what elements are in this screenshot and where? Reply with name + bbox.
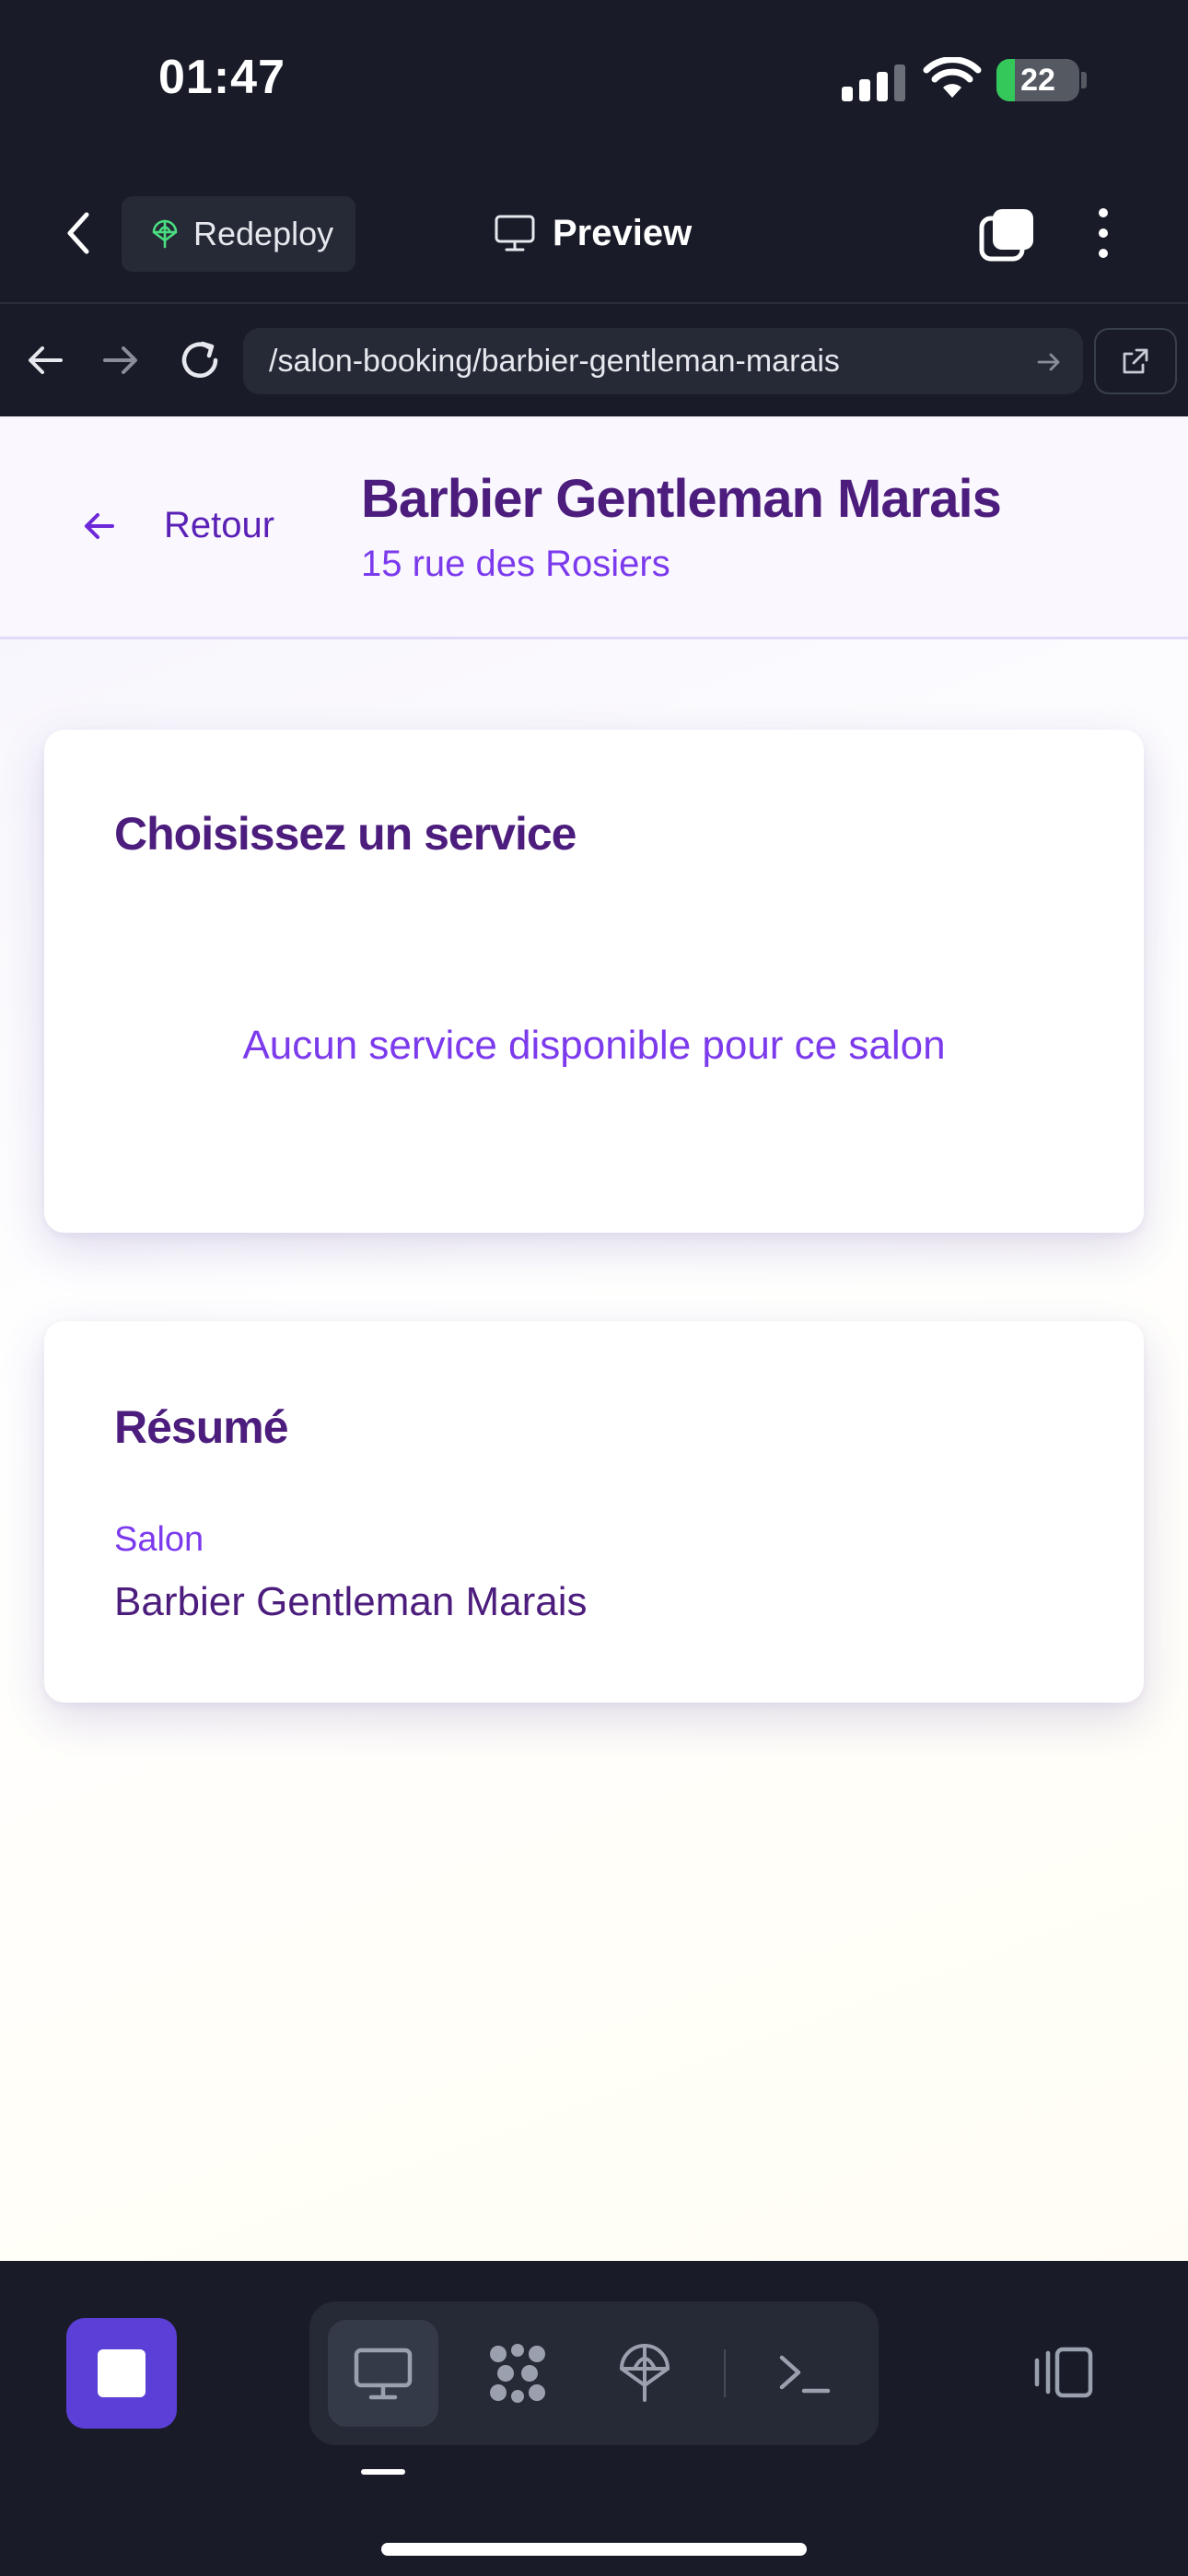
battery-percentage: 22 [1020,63,1055,98]
summary-card: Résumé Salon Barbier Gentleman Marais [44,1321,1144,1703]
sparkles-icon [490,2344,545,2403]
redeploy-label: Redeploy [193,215,334,252]
open-external-button[interactable] [1094,328,1177,394]
more-vertical-icon[interactable] [1092,205,1114,261]
battery-icon: 22 [996,59,1079,101]
bottom-dock [0,2261,1188,2576]
deploy-globe-icon [152,219,178,249]
summary-salon-value: Barbier Gentleman Marais [114,1579,588,1624]
terminal-icon [779,2355,831,2394]
preview-title: Preview [494,205,692,261]
layout-toggle-icon[interactable] [1028,2340,1101,2405]
battery-cap [1081,72,1087,88]
monitor-icon [495,215,535,252]
status-bar: 01:47 22 [0,0,1188,161]
services-card-title: Choisissez un service [114,808,577,860]
tool-terminal[interactable] [750,2320,860,2427]
salon-address: 15 rue des Rosiers [361,544,670,584]
summary-salon-label: Salon [114,1520,204,1559]
globe-icon [620,2344,670,2402]
arrow-left-icon[interactable] [22,337,68,383]
preview-label: Preview [553,212,693,253]
chevron-left-icon[interactable] [55,205,101,261]
tool-ai[interactable] [462,2320,573,2427]
services-card: Choisissez un service Aucun service disp… [44,730,1144,1233]
url-bar: /salon-booking/barbier-gentleman-marais [0,306,1188,416]
tool-preview[interactable] [328,2320,438,2427]
page-header: Retour Barbier Gentleman Marais 15 rue d… [0,416,1188,639]
tabs-icon[interactable] [978,205,1037,263]
arrow-right-icon[interactable] [98,337,144,383]
back-link[interactable]: Retour [81,505,274,546]
active-tool-indicator [361,2469,405,2475]
page-title: Barbier Gentleman Marais [361,469,1002,529]
monitor-icon [354,2348,413,2400]
arrow-left-icon [85,512,114,539]
home-indicator [381,2543,807,2556]
tool-separator [724,2349,726,2397]
external-link-icon [1123,348,1148,374]
go-arrow-icon[interactable] [1035,348,1063,376]
status-time: 01:47 [158,51,285,104]
summary-card-title: Résumé [114,1401,289,1453]
reload-icon[interactable] [175,335,225,385]
back-link-label: Retour [164,505,275,545]
empty-services-message: Aucun service disponible pour ce salon [242,1023,946,1068]
app-toolbar: Redeploy Preview [0,161,1188,304]
url-text: /salon-booking/barbier-gentleman-marais [269,343,840,379]
redeploy-button[interactable]: Redeploy [122,196,355,272]
stop-button[interactable] [66,2318,177,2429]
web-preview: Retour Barbier Gentleman Marais 15 rue d… [0,416,1188,2261]
cellular-signal-icon [842,64,906,101]
url-input[interactable]: /salon-booking/barbier-gentleman-marais [243,328,1083,394]
tool-switcher [309,2301,879,2445]
stop-icon [98,2349,146,2397]
tool-deploy[interactable] [589,2320,700,2427]
wifi-icon [923,57,982,98]
